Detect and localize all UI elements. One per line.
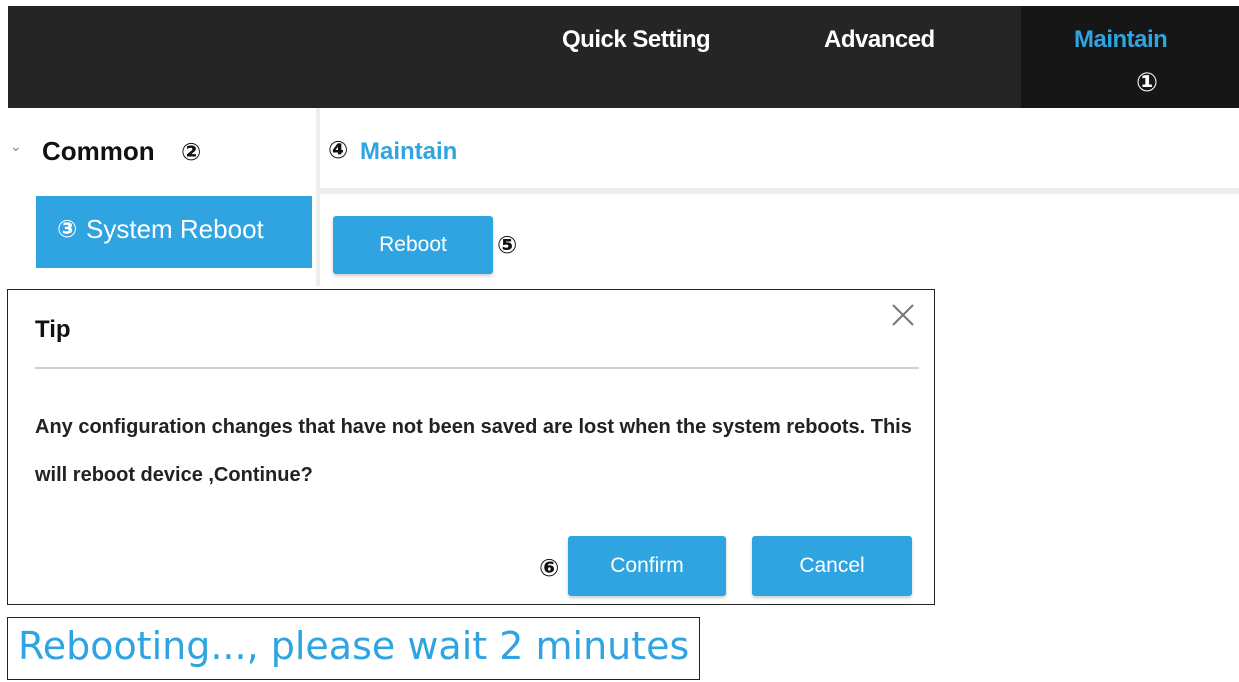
dialog-title: Tip (35, 316, 71, 343)
annotation-marker-6: ⑥ (539, 554, 560, 582)
dialog-divider (35, 367, 919, 369)
reboot-status-box: Rebooting..., please wait 2 minutes (7, 617, 700, 680)
annotation-marker-2: ② (181, 138, 202, 166)
nav-maintain[interactable]: Maintain (1074, 26, 1168, 54)
content-header: ④ Maintain (320, 108, 1239, 194)
nav-quick-setting[interactable]: Quick Setting (562, 26, 711, 54)
reboot-button[interactable]: Reboot (333, 216, 493, 274)
page-title: Maintain (360, 138, 458, 165)
reboot-status-text: Rebooting..., please wait 2 minutes (18, 624, 690, 668)
annotation-marker-4: ④ (328, 136, 349, 164)
sidebar-group-label: Common (42, 136, 155, 166)
dialog-message: Any configuration changes that have not … (35, 416, 912, 486)
sidebar-item-label: System Reboot (86, 214, 264, 244)
sidebar: ⌄ Common ② ③ System Reboot (8, 108, 320, 286)
annotation-marker-5: ⑤ (497, 231, 518, 259)
sidebar-item-system-reboot[interactable]: ③ System Reboot (36, 196, 312, 268)
nav-maintain-active-bg (1021, 6, 1239, 108)
chevron-down-icon: ⌄ (10, 138, 22, 154)
annotation-marker-1: ① (1136, 68, 1159, 98)
tip-dialog: Tip Any configuration changes that have … (7, 289, 935, 605)
sidebar-group-common[interactable]: ⌄ Common ② (8, 108, 316, 188)
cancel-button[interactable]: Cancel (752, 536, 912, 596)
nav-advanced[interactable]: Advanced (824, 26, 935, 54)
top-navigation-bar: Quick Setting Advanced Maintain ① (8, 6, 1239, 108)
confirm-button[interactable]: Confirm (568, 536, 726, 596)
annotation-marker-3: ③ (57, 215, 78, 243)
close-icon[interactable] (888, 300, 918, 330)
